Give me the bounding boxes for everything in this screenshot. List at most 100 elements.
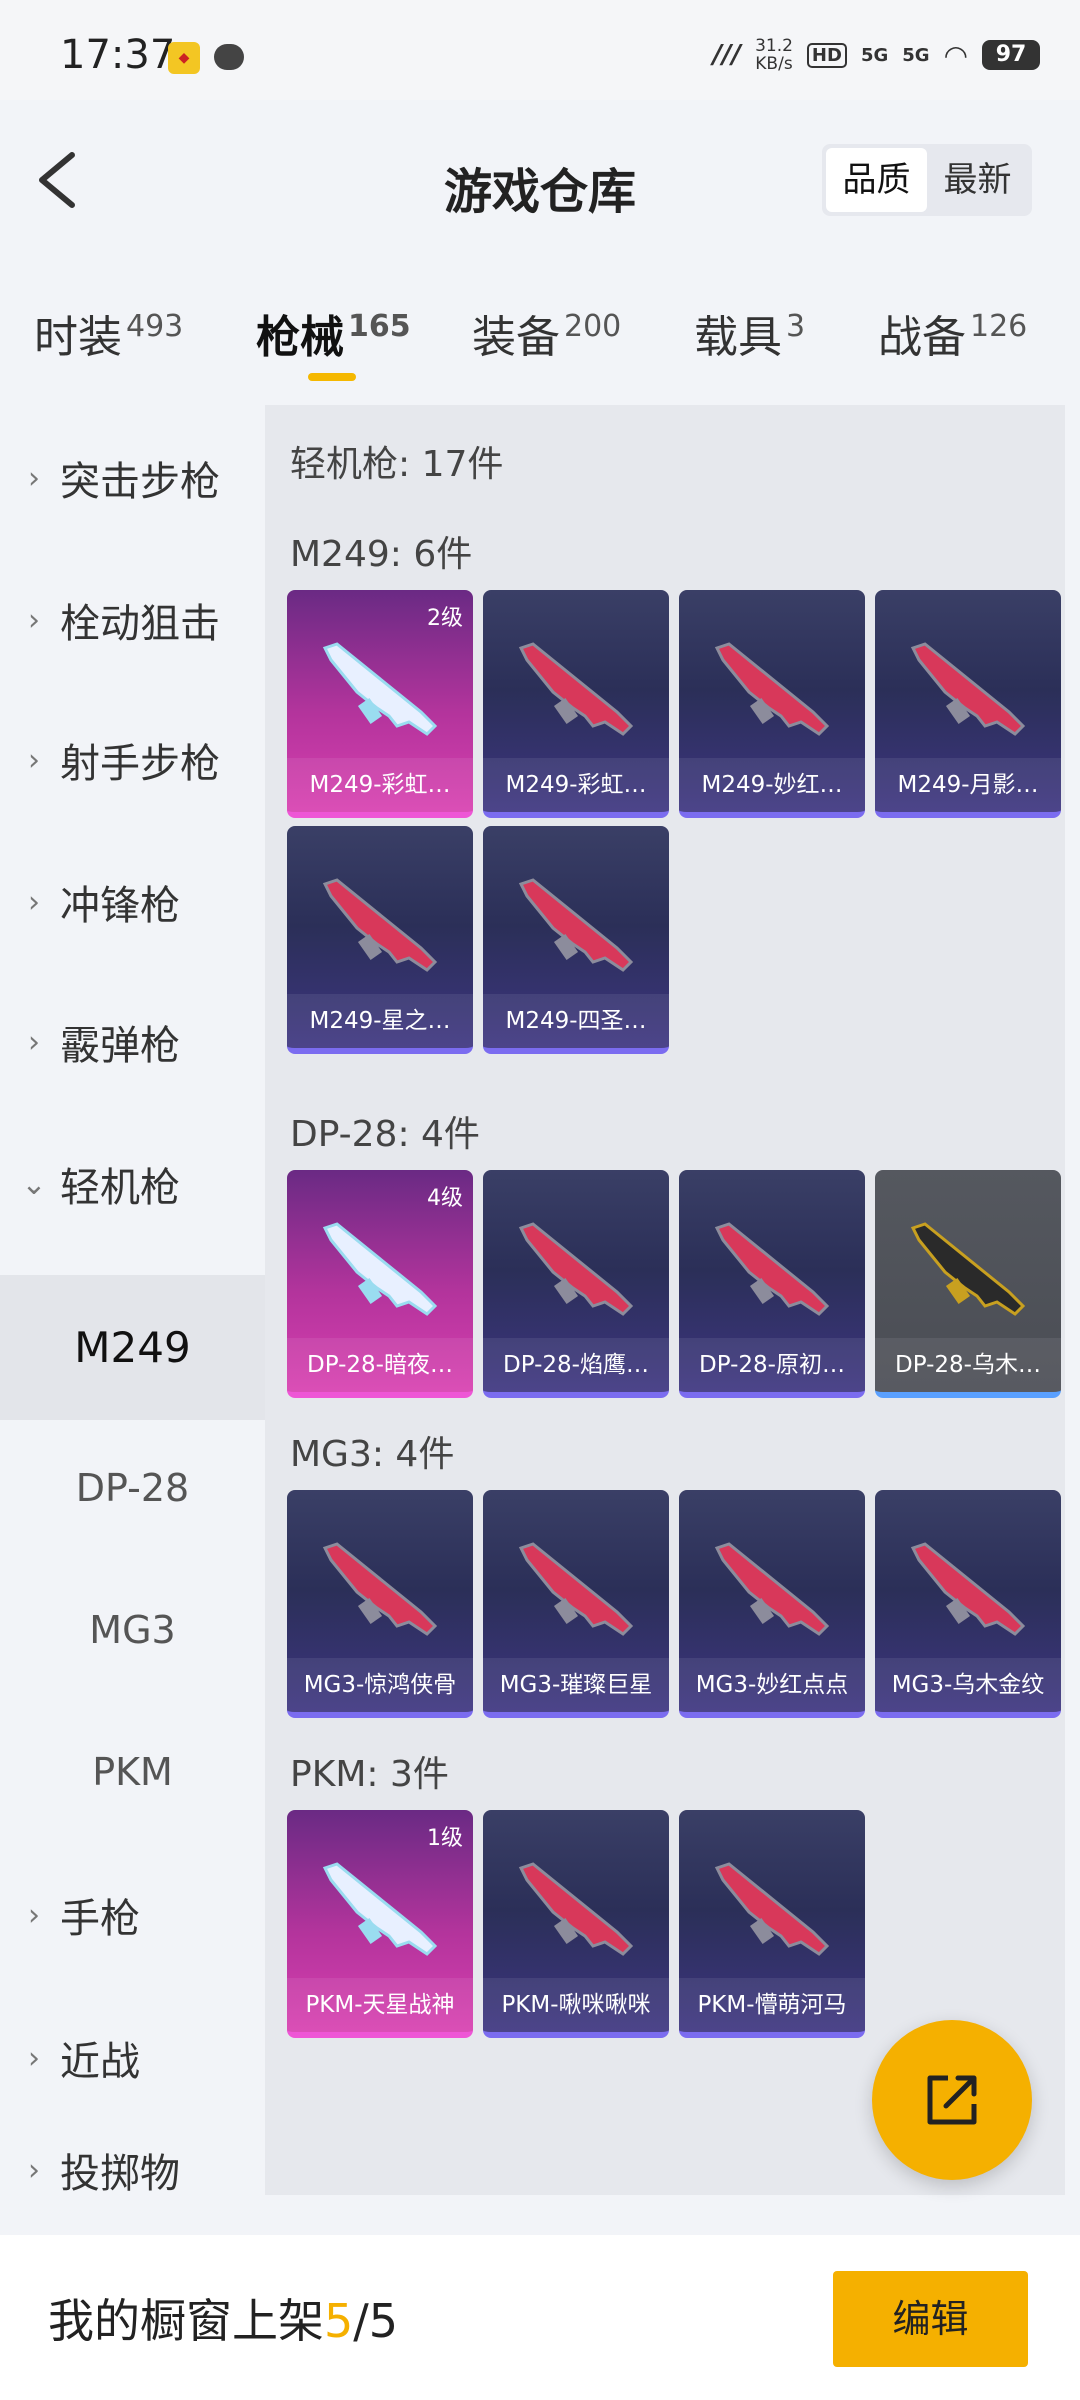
sidebar-subitem-label: DP-28 [75, 1466, 190, 1510]
status-indicators: /// 31.2 KB/s HD 5G 5G ◠ 97 [713, 30, 1040, 80]
showcase-current: 5 [324, 2294, 354, 2348]
skin-card[interactable]: DP-28-焰鹰… [483, 1170, 669, 1398]
sidebar-item-label: 霰弹枪 [60, 1023, 180, 1069]
skin-card[interactable]: M249-星之… [287, 826, 473, 1054]
skin-card[interactable]: 4级 DP-28-暗夜… [287, 1170, 473, 1398]
tab-label: 装备 [472, 312, 560, 363]
skin-card[interactable]: 1级 PKM-天星战神 [287, 1810, 473, 2038]
sidebar-item-lmg[interactable]: ⌄ 轻机枪 [0, 1119, 265, 1249]
skin-card[interactable]: PKM-懵萌河马 [679, 1810, 865, 2038]
skin-card[interactable]: MG3-璀璨巨星 [483, 1490, 669, 1718]
gun-icon [714, 1542, 830, 1636]
group-title: MG3: 4件 [290, 1434, 455, 1475]
share-button[interactable] [872, 2020, 1032, 2180]
group-title: DP-28: 4件 [290, 1114, 480, 1155]
signal-bars-icon: /// [712, 40, 742, 70]
network-speed: 31.2 KB/s [755, 37, 793, 73]
skin-card[interactable]: 2级 M249-彩虹… [287, 590, 473, 818]
sort-option-quality[interactable]: 品质 [826, 148, 927, 212]
item-grid-area: 轻机枪: 17件 M249: 6件 2级 M249-彩虹… M249-彩虹… M249-… [265, 405, 1065, 2195]
tab-count: 493 [126, 309, 184, 345]
skin-name: DP-28-暗夜… [287, 1338, 473, 1392]
skin-name: PKM-懵萌河马 [679, 1978, 865, 2032]
tab-guns[interactable]: 枪械 165 [256, 301, 411, 365]
chevron-right-icon: › [28, 602, 40, 638]
gun-icon [322, 1222, 438, 1316]
gun-icon [910, 1222, 1026, 1316]
sidebar-item-label: 冲锋枪 [60, 883, 180, 929]
skin-name: M249-星之… [287, 994, 473, 1048]
chevron-right-icon: › [28, 742, 40, 778]
chevron-right-icon: › [28, 2152, 40, 2188]
sidebar-subitem-pkm[interactable]: PKM [0, 1707, 265, 1837]
tab-supplies[interactable]: 战备 126 [878, 301, 1027, 365]
skin-name: MG3-璀璨巨星 [483, 1658, 669, 1712]
gun-icon [322, 878, 438, 972]
sort-toggle: 品质 最新 [822, 144, 1032, 216]
chevron-right-icon: › [28, 1024, 40, 1060]
gun-icon [322, 642, 438, 736]
gun-icon [518, 642, 634, 736]
skin-card[interactable]: M249-月影… [875, 590, 1061, 818]
hd-icon: HD [806, 42, 847, 68]
gun-icon [714, 642, 830, 736]
sidebar-item-label: 近战 [60, 2039, 140, 2085]
sidebar-item-throwable[interactable]: › 投掷物 [0, 2135, 265, 2205]
skin-level-badge: 1级 [427, 1826, 463, 1851]
chevron-right-icon: › [28, 2040, 40, 2076]
skin-card[interactable]: DP-28-乌木… [875, 1170, 1061, 1398]
chevron-right-icon: › [28, 884, 40, 920]
category-summary: 轻机枪: 17件 [290, 444, 504, 485]
skin-name: DP-28-乌木… [875, 1338, 1061, 1392]
signal-5g-2: 5G [902, 44, 930, 66]
wifi-icon: ◠ [943, 38, 968, 72]
skin-name: MG3-妙红点点 [679, 1658, 865, 1712]
sidebar-item-marksman[interactable]: › 射手步枪 [0, 695, 265, 825]
tab-count: 126 [970, 309, 1028, 345]
signal-5g-1: 5G [860, 44, 889, 66]
skin-name: MG3-乌木金纹 [875, 1658, 1061, 1712]
sidebar-item-pistol[interactable]: › 手枪 [0, 1850, 265, 1980]
status-bar: 17:37 ◆ /// 31.2 KB/s HD 5G 5G ◠ 97 [0, 0, 1080, 100]
tab-equipment[interactable]: 装备 200 [472, 301, 621, 365]
skin-card[interactable]: M249-四圣… [483, 826, 669, 1054]
showcase-status: 我的橱窗上架5/5 [48, 2285, 398, 2351]
chevron-down-icon: ⌄ [21, 1166, 47, 1202]
sidebar-subitem-m249[interactable]: M249 [0, 1275, 265, 1420]
tab-label: 时装 [34, 312, 122, 363]
skin-card[interactable]: M249-彩虹… [483, 590, 669, 818]
header: 游戏仓库 品质 最新 [0, 100, 1080, 265]
skin-card[interactable]: M249-妙红… [679, 590, 865, 818]
skin-name: M249-月影… [875, 758, 1061, 812]
gun-icon [518, 1222, 634, 1316]
tab-fashion[interactable]: 时装 493 [34, 301, 183, 365]
skin-card[interactable]: DP-28-原初… [679, 1170, 865, 1398]
skin-level-badge: 2级 [427, 606, 463, 631]
bottom-bar: 我的橱窗上架5/5 编辑 [0, 2235, 1080, 2400]
sort-option-newest[interactable]: 最新 [927, 148, 1028, 212]
battery-indicator: 97 [982, 40, 1040, 70]
edit-button[interactable]: 编辑 [833, 2271, 1028, 2367]
sidebar-subitem-mg3[interactable]: MG3 [0, 1565, 265, 1695]
sidebar-subitem-dp28[interactable]: DP-28 [0, 1423, 265, 1553]
sidebar-item-melee[interactable]: › 近战 [0, 1993, 265, 2123]
sidebar-item-shotgun[interactable]: › 霰弹枪 [0, 977, 265, 1107]
skin-card[interactable]: MG3-乌木金纹 [875, 1490, 1061, 1718]
sidebar-item-label: 突击步枪 [60, 459, 220, 505]
skin-name: M249-四圣… [483, 994, 669, 1048]
skin-card[interactable]: PKM-啾咪啾咪 [483, 1810, 669, 2038]
sidebar-item-assault-rifle[interactable]: › 突击步枪 [0, 413, 265, 543]
gun-icon [518, 1862, 634, 1956]
tab-vehicles[interactable]: 载具 3 [694, 301, 805, 365]
tab-count: 200 [564, 309, 622, 345]
tab-count: 3 [786, 309, 806, 345]
sidebar-item-bolt-sniper[interactable]: › 栓动狙击 [0, 555, 265, 685]
skin-card[interactable]: MG3-惊鸿侠骨 [287, 1490, 473, 1718]
skin-card[interactable]: MG3-妙红点点 [679, 1490, 865, 1718]
app-notification-icon: ◆ [168, 42, 200, 74]
sidebar-item-smg[interactable]: › 冲锋枪 [0, 837, 265, 967]
sidebar-item-label: 手枪 [60, 1896, 140, 1942]
skin-name: DP-28-原初… [679, 1338, 865, 1392]
showcase-total: 5 [368, 2294, 399, 2348]
share-icon [927, 2075, 977, 2125]
